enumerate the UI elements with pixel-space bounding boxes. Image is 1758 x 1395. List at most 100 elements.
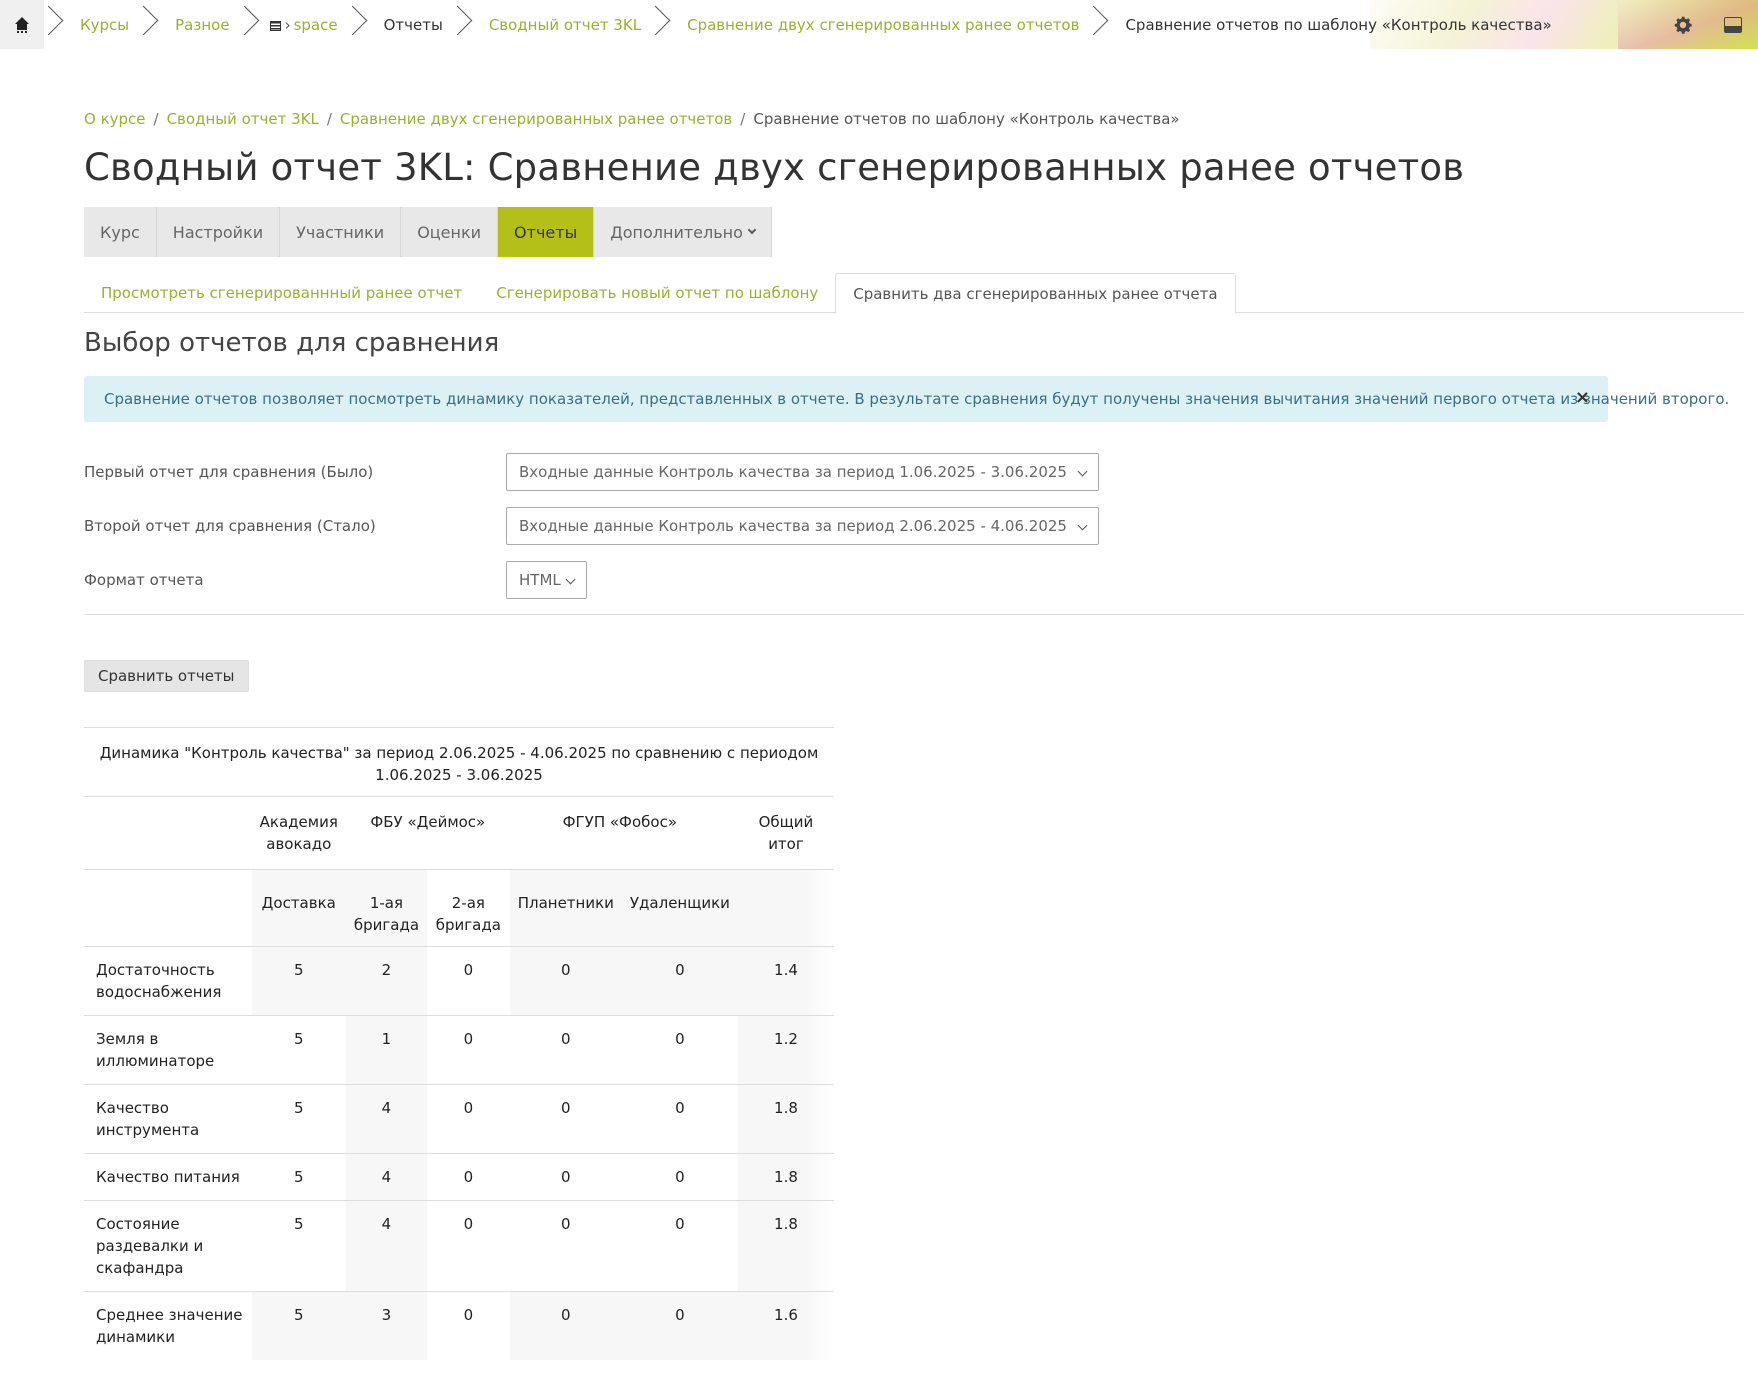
nav-course-button[interactable]: Курс [84,207,157,257]
table-cell-total: 1.6 [737,1291,834,1360]
table-cell: 5 [251,1153,346,1201]
table-cell: 0 [509,1291,622,1360]
topnav-link[interactable]: Курсы [80,16,129,34]
report-tabs: Просмотреть сгенерированнный ранее отчет… [84,273,1744,314]
first-report-select[interactable]: Входные данные Контроль качества за пери… [506,453,1099,491]
compare-reports-button[interactable]: Сравнить отчеты [84,660,249,692]
table-cell: 2 [345,946,428,1016]
header-group: ФГУП «Фобос» [509,796,738,870]
chevron-right-icon [651,0,665,49]
nav-settings-button[interactable]: Настройки [156,207,281,257]
breadcrumb-link[interactable]: Сводный отчет 3KL [167,110,319,128]
topnav-item-courses[interactable]: Курсы [44,0,139,49]
chevron-down-icon [747,225,757,235]
nav-grades-button[interactable]: Оценки [401,207,499,257]
chevron-down-icon [565,574,576,585]
breadcrumb-link[interactable]: Сравнение двух сгенерированных ранее отч… [340,110,732,128]
second-report-label: Второй отчет для сравнения (Стало) [84,517,376,535]
table-cell: 3 [345,1291,428,1360]
topnav-text: Сравнение отчетов по шаблону «Контроль к… [1125,15,1552,34]
subheader-empty [84,869,252,947]
tab-view-report[interactable]: Просмотреть сгенерированнный ранее отчет [84,273,479,313]
second-report-row: Второй отчет для сравнения (Стало) Входн… [84,507,1284,545]
home-icon [15,16,29,33]
breadcrumb-link[interactable]: О курсе [84,110,146,128]
tab-generate-report[interactable]: Сгенерировать новый отчет по шаблону [479,273,835,313]
breadcrumb: О курсе / Сводный отчет 3KL / Сравнение двух… [84,110,1180,128]
chevron-right-icon [453,0,467,49]
chevron-right-icon [1089,0,1103,49]
table-header-row: Академия авокадо ФБУ «Деймос» ФГУП «Фобо… [84,796,834,870]
close-icon[interactable]: × [1575,387,1590,408]
report-caption: Динамика "Контроль качества" за период 2… [84,727,834,797]
nav-more-label: Дополнительно [610,222,743,242]
header-group: Общий итог [737,796,834,870]
table-cell: 5 [251,1015,346,1085]
table-cell: 0 [509,1153,622,1201]
row-label: Достаточность водоснабжения [84,946,252,1016]
header-group: ФБУ «Деймос» [345,796,510,870]
drawer-toggle-button[interactable] [1710,0,1756,49]
table-cell: 0 [621,1291,738,1360]
report-table: Динамика "Контроль качества" за период 2… [84,727,834,1360]
topnav-link[interactable]: Разное [175,16,229,34]
format-select[interactable]: HTML [506,561,587,599]
divider [84,614,1744,615]
topnav-text: Отчеты [383,15,443,34]
breadcrumb-separator: / [326,110,332,128]
breadcrumb-separator: / [740,110,746,128]
table-cell: 0 [427,1200,510,1292]
nav-more-button[interactable]: Дополнительно [594,207,772,257]
topnav-item-summary[interactable]: Сводный отчет 3KL [453,0,651,49]
table-subheader-row: Доставка 1-ая бригада 2-ая бригада Плане… [84,869,834,947]
table-cell: 0 [621,1200,738,1292]
breadcrumb-separator: / [153,110,159,128]
format-row: Формат отчета HTML [84,561,1284,599]
table-caption-row: Динамика "Контроль качества" за период 2… [84,727,834,797]
topnav-item-compare[interactable]: Сравнение двух сгенерированных ранее отч… [651,0,1089,49]
top-breadcrumb: Курсы Разное › space Отчеты Сводный отчет… [44,0,1562,49]
table-cell: 0 [621,1015,738,1085]
row-label: Качество питания [84,1153,252,1201]
topnav-link[interactable]: Сводный отчет 3KL [489,16,641,34]
table-row: Достаточность водоснабжения 5 2 0 0 0 1.… [84,946,834,1016]
select-value: HTML [519,571,561,589]
second-report-select[interactable]: Входные данные Контроль качества за пери… [506,507,1099,545]
tab-compare-reports[interactable]: Сравнить два сгенерированных ранее отчет… [835,273,1236,314]
row-label: Качество инструмента [84,1084,252,1154]
table-cell: 4 [345,1084,428,1154]
table-row: Качество инструмента 5 4 0 0 0 1.8 [84,1084,834,1154]
table-cell: 0 [509,1200,622,1292]
topnav-item-space[interactable]: › space [240,0,348,49]
settings-button[interactable] [1660,0,1706,49]
table-cell: 5 [251,946,346,1016]
table-row-summary: Среднее значение динамики 5 3 0 0 0 1.6 [84,1291,834,1360]
subheader-cell: Удаленщики [621,869,738,947]
topnav-item-misc[interactable]: Разное [139,0,239,49]
chevron-right-icon [348,0,362,49]
nav-reports-button[interactable]: Отчеты [498,207,595,257]
chevron-small-icon: › [284,15,291,34]
table-row: Качество питания 5 4 0 0 0 1.8 [84,1153,834,1201]
chevron-right-icon [139,0,153,49]
table-cell: 0 [621,1084,738,1154]
subheader-cell: Планетники [509,869,622,947]
chevron-down-icon [1077,520,1088,531]
chevron-down-icon [1077,466,1088,477]
subheader-empty [737,869,834,947]
table-row: Земля в иллюминаторе 5 1 0 0 0 1.2 [84,1015,834,1085]
table-cell-total: 1.4 [737,946,834,1016]
table-cell-total: 1.8 [737,1200,834,1292]
table-cell: 1 [345,1015,428,1085]
topnav-item-current: Сравнение отчетов по шаблону «Контроль к… [1089,0,1561,49]
topnav-link[interactable]: Сравнение двух сгенерированных ранее отч… [687,16,1079,34]
table-row: Состояние раздевалки и скафандра 5 4 0 0… [84,1200,834,1292]
nav-participants-button[interactable]: Участники [280,207,402,257]
topnav-link[interactable]: space [294,16,338,34]
table-cell: 0 [427,1084,510,1154]
table-cell: 0 [427,946,510,1016]
topnav-item-reports: Отчеты [348,0,453,49]
table-cell: 0 [427,1015,510,1085]
table-cell: 0 [621,946,738,1016]
table-cell: 5 [251,1084,346,1154]
